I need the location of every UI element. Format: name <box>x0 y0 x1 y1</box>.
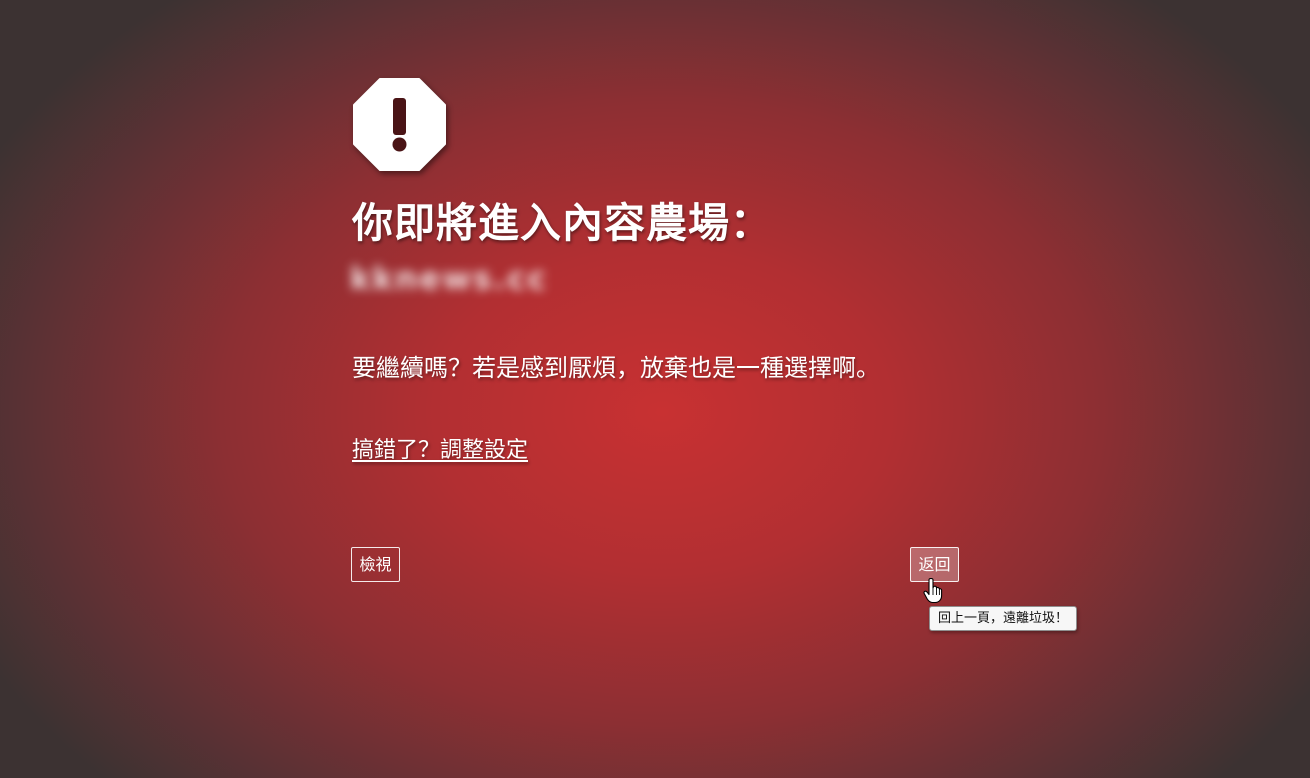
page-title: 你即將進入內容農場： <box>352 199 772 247</box>
view-button[interactable]: 檢視 <box>351 547 400 582</box>
adjust-settings-link[interactable]: 搞錯了？調整設定 <box>352 436 528 466</box>
exclamation-octagon-icon <box>353 78 446 171</box>
back-button-tooltip: 回上一頁，遠離垃圾！ <box>929 606 1078 631</box>
pointer-hand-icon <box>923 577 943 604</box>
warning-message: 要繼續嗎？若是感到厭煩，放棄也是一種選擇啊。 <box>352 354 880 382</box>
back-button[interactable]: 返回 <box>910 547 959 582</box>
site-domain: kknews.cc <box>350 261 548 297</box>
